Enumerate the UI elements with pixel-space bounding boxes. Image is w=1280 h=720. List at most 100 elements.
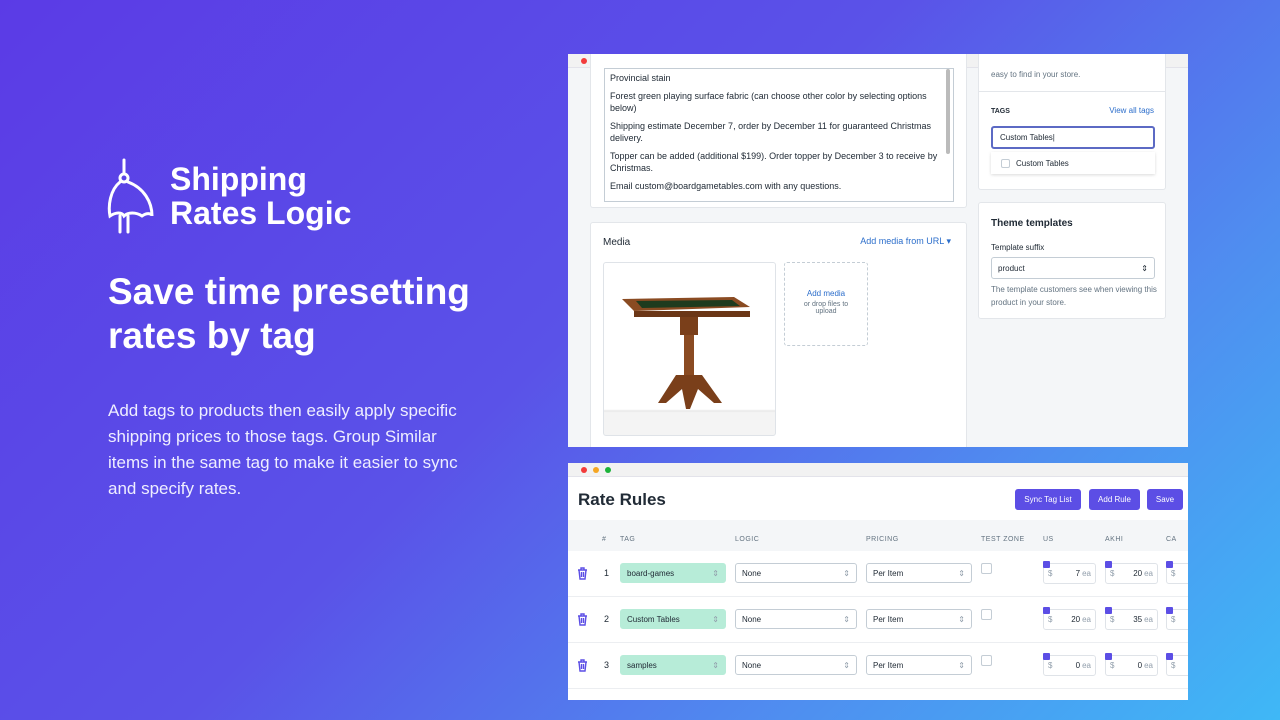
description-line: Topper can be added (additional $199). O… — [610, 151, 938, 173]
currency: $ — [1171, 569, 1176, 578]
price-value: 20 — [1071, 615, 1081, 624]
description-editor[interactable]: Provincial stain Forest green playing su… — [604, 68, 954, 202]
select-arrows-icon: ⇕ — [712, 660, 719, 670]
enabled-checkbox[interactable] — [1105, 607, 1112, 614]
product-image[interactable] — [603, 262, 776, 436]
theme-title: Theme templates — [991, 218, 1073, 229]
checkbox[interactable] — [1001, 158, 1010, 168]
pricing-value: Per Item — [873, 568, 904, 578]
organization-hint: easy to find in your store. — [991, 70, 1081, 79]
currency: $ — [1048, 569, 1053, 578]
tag-suggestion-label: Custom Tables — [1016, 158, 1069, 168]
test-zone-checkbox[interactable] — [981, 655, 992, 666]
enabled-checkbox[interactable] — [1166, 607, 1173, 614]
save-button[interactable]: Save — [1147, 489, 1183, 510]
enabled-checkbox[interactable] — [1166, 561, 1173, 568]
tags-input-value: Custom Tables — [1000, 133, 1053, 142]
enabled-checkbox[interactable] — [1105, 653, 1112, 660]
tag-suggestion[interactable]: Custom Tables — [991, 152, 1155, 174]
ca-price-input[interactable]: $ — [1166, 607, 1188, 630]
brand: Shipping Rates Logic — [106, 158, 351, 234]
akhi-price-input[interactable]: $0 ea — [1105, 653, 1158, 676]
view-all-tags-link[interactable]: View all tags — [1109, 106, 1154, 115]
price-value: 35 — [1133, 615, 1143, 624]
trash-icon[interactable] — [577, 567, 588, 580]
close-dot[interactable] — [581, 466, 587, 473]
trash-icon[interactable] — [577, 613, 588, 626]
logic-select[interactable]: None ⇕ — [735, 609, 857, 629]
product-window: Provincial stain Forest green playing su… — [568, 54, 1188, 447]
add-media-url-button[interactable]: Add media from URL ▾ — [860, 236, 951, 247]
tag-select[interactable]: samples ⇕ — [620, 655, 726, 675]
row-number: 1 — [604, 568, 610, 578]
suffix-value: product — [998, 263, 1025, 273]
logic-select[interactable]: None ⇕ — [735, 563, 857, 583]
ca-price-input[interactable]: $ — [1166, 561, 1188, 584]
enabled-checkbox[interactable] — [1043, 653, 1050, 660]
currency: $ — [1171, 661, 1176, 670]
scrollbar[interactable] — [946, 69, 950, 154]
tag-value: board-games — [627, 568, 675, 578]
enabled-checkbox[interactable] — [1166, 653, 1173, 660]
test-zone-checkbox[interactable] — [981, 609, 992, 620]
col-logic: LOGIC — [735, 536, 760, 543]
rate-rules-window: Rate Rules Sync Tag List Add Rule Save #… — [568, 463, 1188, 700]
tags-input[interactable]: Custom Tables| — [991, 126, 1155, 149]
akhi-price-input[interactable]: $35 ea — [1105, 607, 1158, 630]
logic-value: None — [742, 568, 762, 578]
unit: ea — [1082, 569, 1091, 578]
table-image — [622, 297, 750, 409]
logic-value: None — [742, 660, 762, 670]
media-title: Media — [603, 237, 631, 248]
akhi-price-input[interactable]: $20 ea — [1105, 561, 1158, 584]
currency: $ — [1110, 661, 1115, 670]
minimize-dot[interactable] — [593, 466, 599, 473]
ca-price-input[interactable]: $ — [1166, 653, 1188, 676]
logic-value: None — [742, 614, 762, 624]
title-bar — [568, 463, 1188, 477]
page-title: Rate Rules — [578, 490, 666, 509]
add-media-button[interactable]: Add media — [785, 289, 867, 298]
us-price-input[interactable]: $0 ea — [1043, 653, 1096, 676]
us-price-input[interactable]: $7 ea — [1043, 561, 1096, 584]
pricing-select[interactable]: Per Item ⇕ — [866, 563, 972, 583]
media-dropzone[interactable]: Add media or drop files to upload — [784, 262, 868, 346]
select-arrows-icon: ⇕ — [843, 614, 850, 624]
suffix-help: The template customers see when viewing … — [991, 285, 1157, 307]
template-suffix-select[interactable]: product ⇕ — [991, 257, 1155, 279]
col-us: US — [1043, 536, 1054, 543]
organization-card: easy to find in your store. TAGS View al… — [978, 54, 1166, 190]
drop-hint: or drop files to upload — [803, 301, 849, 315]
pricing-value: Per Item — [873, 660, 904, 670]
theme-templates-card: Theme templates Template suffix product ⇕… — [978, 202, 1166, 319]
maximize-dot[interactable] — [605, 466, 611, 473]
suffix-label: Template suffix — [991, 243, 1045, 252]
enabled-checkbox[interactable] — [1105, 561, 1112, 568]
trash-icon[interactable] — [577, 659, 588, 672]
unit: ea — [1144, 615, 1153, 624]
test-zone-checkbox[interactable] — [981, 563, 992, 574]
pricing-select[interactable]: Per Item ⇕ — [866, 655, 972, 675]
sync-tag-list-button[interactable]: Sync Tag List — [1015, 489, 1081, 510]
media-card: Media Add media from URL ▾ Add media or … — [590, 222, 967, 447]
unit: ea — [1144, 569, 1153, 578]
logic-select[interactable]: None ⇕ — [735, 655, 857, 675]
brand-name-line2: Rates Logic — [170, 195, 352, 231]
table-row: 1 board-games ⇕ None ⇕ Per Item ⇕ $7 ea $20 e… — [568, 551, 1188, 597]
tag-select[interactable]: Custom Tables ⇕ — [620, 609, 726, 629]
col-akhi: AKHI — [1105, 536, 1124, 543]
currency: $ — [1171, 615, 1176, 624]
tag-select[interactable]: board-games ⇕ — [620, 563, 726, 583]
currency: $ — [1048, 661, 1053, 670]
select-arrows-icon: ⇕ — [712, 614, 719, 624]
add-rule-button[interactable]: Add Rule — [1089, 489, 1140, 510]
select-arrows-icon: ⇕ — [958, 568, 965, 578]
price-value: 7 — [1075, 569, 1081, 578]
us-price-input[interactable]: $20 ea — [1043, 607, 1096, 630]
close-dot[interactable] — [581, 57, 587, 64]
tags-label: TAGS — [991, 108, 1010, 115]
enabled-checkbox[interactable] — [1043, 561, 1050, 568]
enabled-checkbox[interactable] — [1043, 607, 1050, 614]
pricing-select[interactable]: Per Item ⇕ — [866, 609, 972, 629]
unit: ea — [1144, 661, 1153, 670]
